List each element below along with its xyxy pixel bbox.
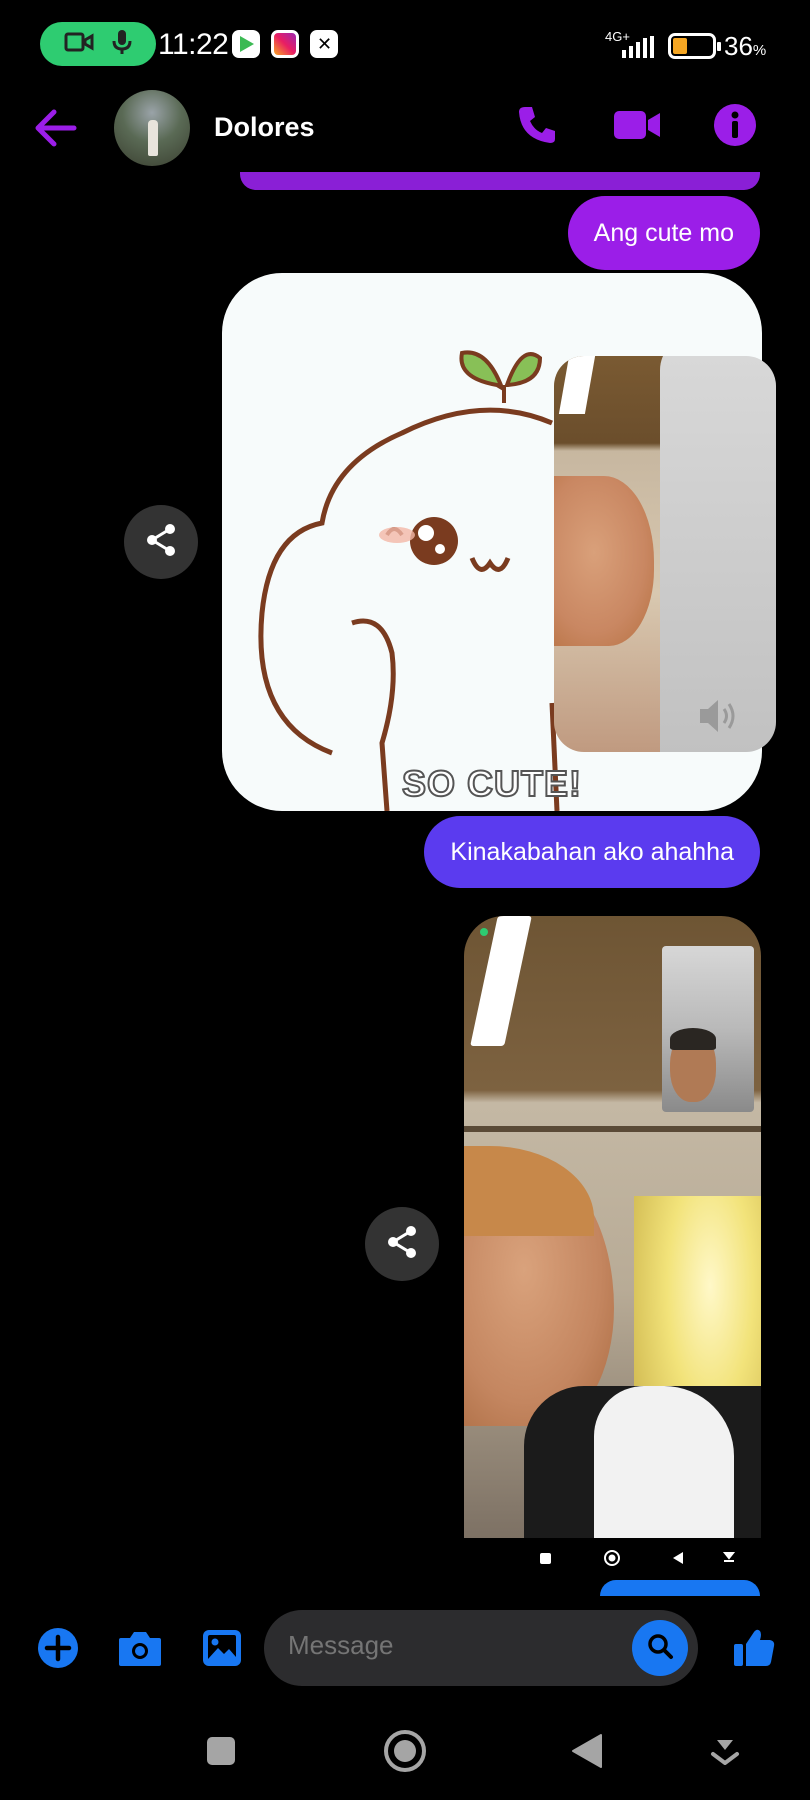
conversation-info-button[interactable] (710, 102, 760, 152)
screenshot-nav-bar (0, 1548, 810, 1572)
add-button[interactable] (36, 1627, 80, 1674)
call-picture-in-picture[interactable] (554, 356, 776, 752)
message-text: Ang cute mo (593, 218, 734, 247)
share-icon (143, 522, 179, 563)
microphone-icon (112, 28, 132, 61)
ongoing-call-indicator[interactable] (40, 22, 156, 66)
previous-message-bubble[interactable] (240, 172, 760, 190)
pip-control-panel[interactable] (660, 356, 776, 752)
conversation-header: Dolores (0, 88, 810, 168)
message-input[interactable] (288, 1630, 588, 1661)
video-call-button[interactable] (612, 102, 662, 152)
camera-button[interactable] (118, 1628, 162, 1672)
home-icon (383, 1729, 427, 1778)
back-button[interactable] (32, 106, 80, 150)
like-icon (732, 1626, 776, 1675)
status-bar: 11:22 4G+ 36% (0, 0, 810, 90)
share-button[interactable] (365, 1207, 439, 1281)
message-composer (0, 1610, 810, 1690)
phone-icon (515, 103, 559, 152)
signal-strength-icon (622, 36, 654, 58)
hide-nav-button[interactable] (700, 1728, 750, 1778)
capcut-icon (310, 30, 338, 58)
message-bubble[interactable]: Ang cute mo (567, 196, 760, 270)
contact-name[interactable]: Dolores (214, 112, 315, 143)
system-navigation-bar (0, 1720, 810, 1780)
video-camera-icon (64, 31, 94, 58)
video-call-screenshot[interactable] (464, 916, 761, 1538)
gallery-icon (201, 1628, 243, 1673)
recents-button[interactable] (196, 1728, 246, 1778)
voice-call-button[interactable] (512, 102, 562, 152)
message-text: Kinakabahan ako ahahha (450, 837, 734, 866)
battery-percent: 36% (724, 31, 767, 61)
speaker-icon[interactable] (696, 696, 740, 741)
google-play-icon (232, 30, 260, 58)
battery-icon (668, 33, 721, 59)
like-button[interactable] (732, 1628, 776, 1672)
instagram-icon (271, 30, 299, 58)
message-box[interactable] (264, 1610, 698, 1686)
contact-avatar[interactable] (114, 90, 190, 166)
search-button[interactable] (632, 1620, 688, 1676)
recents-icon (204, 1734, 238, 1773)
share-button[interactable] (124, 505, 198, 579)
gallery-button[interactable] (200, 1628, 244, 1672)
hide-nav-icon (710, 1736, 740, 1771)
search-icon (646, 1632, 674, 1665)
clock: 11:22 (158, 28, 229, 61)
next-message-bubble[interactable] (600, 1580, 760, 1596)
back-icon (569, 1733, 605, 1774)
camera-icon (117, 1628, 163, 1673)
video-camera-icon (612, 107, 662, 148)
info-icon (713, 103, 757, 152)
notification-icons (232, 30, 338, 58)
add-icon (37, 1627, 79, 1674)
pip-remote-video (554, 356, 666, 752)
share-icon (384, 1224, 420, 1265)
home-button[interactable] (380, 1728, 430, 1778)
back-nav-button[interactable] (562, 1728, 612, 1778)
sticker-caption: SO CUTE! (401, 762, 583, 805)
message-bubble[interactable]: Kinakabahan ako ahahha (424, 816, 760, 888)
self-view-thumbnail (662, 946, 754, 1112)
